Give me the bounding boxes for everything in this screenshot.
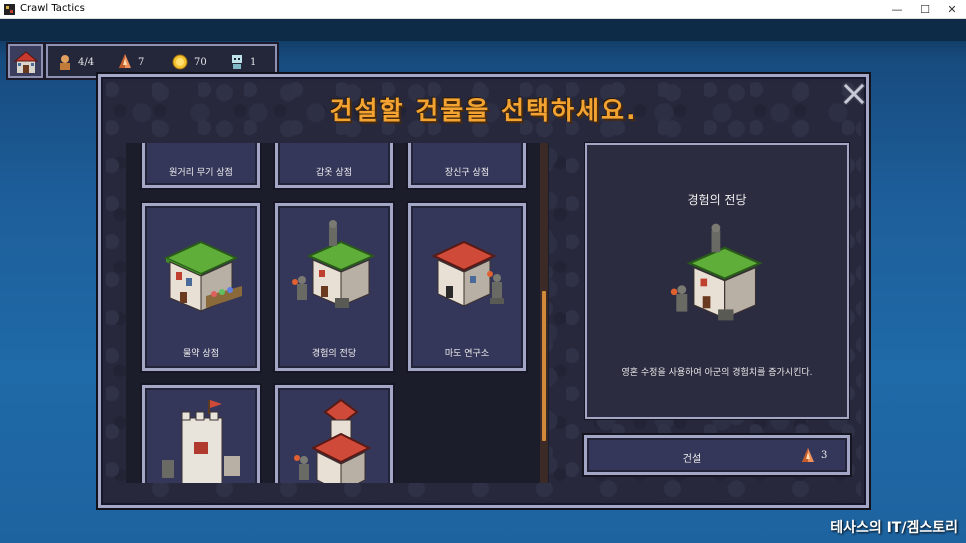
detail-building-name: 경험의 전당: [687, 193, 747, 207]
top-strip: [0, 19, 966, 41]
resource-bar: 4/4 7 70 1: [46, 44, 277, 78]
building-card-label: 갑옷 상점: [316, 168, 352, 178]
build-button[interactable]: 건설 3: [584, 435, 850, 475]
unit-icon: [60, 55, 70, 70]
building-card-label: 마도 연구소: [444, 349, 490, 359]
dialog-close-button[interactable]: [841, 81, 867, 107]
building-card[interactable]: 경험의 전당: [275, 203, 393, 371]
crystal-count-value: 7: [138, 56, 145, 68]
build-button-label: 건설: [682, 454, 702, 465]
hall-of-experience-icon: [292, 220, 376, 308]
home-button[interactable]: [8, 44, 43, 78]
building-card[interactable]: 갑옷 상점: [275, 143, 393, 188]
building-grid[interactable]: 원거리 무기 상점 갑옷 상점 장신구 상점 물약 상점 경험의 전당 마도 연…: [126, 143, 549, 483]
building-card[interactable]: 장신구 상점: [408, 143, 526, 188]
building-card[interactable]: 마도 연구소: [408, 203, 526, 371]
build-dialog: 건설할 건물을 선택하세요. 원거리 무기 상점 갑옷 상점 장신구 상점 물약…: [98, 74, 869, 508]
gold-count: 70: [172, 52, 207, 72]
unit-count-value: 4/4: [78, 56, 95, 68]
game-viewport: 4/4 7 70 1 건설할 건물을 선택하세요. 원거리 무기 상점 갑옷 상…: [0, 19, 966, 543]
build-cost-value: 3: [821, 450, 828, 461]
building-card[interactable]: 원거리 무기 상점: [142, 143, 260, 188]
close-x-icon: [841, 81, 867, 107]
barracks-tower-icon: [162, 400, 240, 483]
temple-icon: [294, 398, 372, 483]
gold-count-value: 70: [194, 56, 207, 68]
crystal-icon: [119, 54, 131, 68]
app-icon: [4, 4, 15, 15]
building-card-label: 장신구 상점: [444, 168, 490, 178]
magic-lab-icon: [431, 240, 504, 307]
unit-count: 4/4: [58, 52, 94, 72]
building-card[interactable]: [275, 385, 393, 483]
window-title: Crawl Tactics: [20, 3, 85, 14]
building-card-label: 물약 상점: [183, 349, 219, 359]
building-card-label: 원거리 무기 상점: [169, 168, 233, 178]
building-card[interactable]: [142, 385, 260, 483]
skull-item-icon: [232, 55, 242, 69]
potion-shop-icon: [163, 240, 242, 312]
crystal-icon: [802, 448, 814, 462]
item-count-value: 1: [250, 56, 257, 68]
building-card[interactable]: 물약 상점: [142, 203, 260, 371]
building-detail-panel: 경험의 전당 영혼 수정을 사용하여 아군의 경험치를 증가시킨다.: [585, 143, 849, 419]
detail-building-icon: [670, 223, 763, 321]
dialog-title: 건설할 건물을 선택하세요.: [329, 96, 638, 125]
detail-description: 영혼 수정을 사용하여 아군의 경험치를 증가시킨다.: [621, 368, 813, 378]
home-icon: [13, 51, 39, 73]
grid-scrollbar-thumb[interactable]: [542, 291, 546, 441]
crystal-count: 7: [118, 52, 144, 72]
close-window-button[interactable]: ✕: [935, 0, 966, 19]
gold-coin-icon: [172, 54, 188, 70]
window-titlebar: Crawl Tactics — ☐ ✕: [0, 0, 966, 19]
watermark: 테사스의 IT/겜스토리: [830, 520, 958, 536]
building-card-label: 경험의 전당: [311, 349, 357, 359]
item-count: 1: [230, 52, 256, 72]
